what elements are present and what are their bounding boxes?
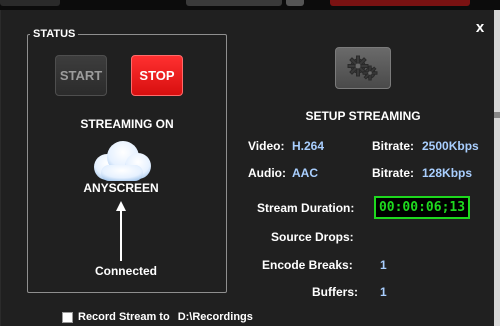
streaming-state-label: STREAMING ON <box>80 117 174 131</box>
video-codec-value: H.264 <box>292 139 325 153</box>
window-edge <box>494 10 500 326</box>
record-path-value: D:\Recordings <box>177 311 253 323</box>
edge-handle <box>494 112 500 118</box>
connection-status: Connected <box>94 264 157 278</box>
buffers-label: Buffers: <box>312 285 359 299</box>
video-bitrate-label: Bitrate: <box>372 139 415 153</box>
toolbar-fragment <box>286 0 304 6</box>
audio-bitrate-label: Bitrate: <box>372 166 415 180</box>
buffers-value: 1 <box>380 285 387 299</box>
stream-duration-label: Stream Duration: <box>257 201 355 215</box>
video-label: Video: <box>248 139 285 153</box>
destination-label: ANYSCREEN <box>83 181 159 195</box>
setup-streaming-button[interactable] <box>335 47 391 89</box>
record-stream-label: Record Stream to <box>78 311 170 323</box>
top-toolbar-strip <box>0 0 500 10</box>
status-legend: STATUS <box>30 27 79 41</box>
stream-duration-timer: 00:00:06;13 <box>374 196 470 219</box>
cloud-icon <box>94 141 151 181</box>
audio-label: Audio: <box>248 166 286 180</box>
video-bitrate-value: 2500Kbps <box>422 139 479 153</box>
setup-streaming-label: SETUP STREAMING <box>305 109 421 123</box>
start-button[interactable]: START <box>55 55 107 96</box>
gears-icon <box>347 55 378 81</box>
toolbar-fragment <box>186 0 282 6</box>
audio-codec-value: AAC <box>292 166 318 180</box>
up-arrow-icon <box>116 201 126 261</box>
encode-breaks-label: Encode Breaks: <box>262 258 353 272</box>
record-stream-row: Record Stream to D:\Recordings <box>62 309 253 325</box>
toolbar-fragment <box>0 0 60 6</box>
source-drops-label: Source Drops: <box>271 230 354 244</box>
toolbar-fragment <box>330 0 470 6</box>
close-icon[interactable]: x <box>473 20 487 36</box>
audio-bitrate-value: 128Kbps <box>422 166 473 180</box>
stop-button[interactable]: STOP <box>131 55 183 96</box>
encode-breaks-value: 1 <box>380 258 387 272</box>
record-stream-checkbox[interactable] <box>62 311 73 323</box>
